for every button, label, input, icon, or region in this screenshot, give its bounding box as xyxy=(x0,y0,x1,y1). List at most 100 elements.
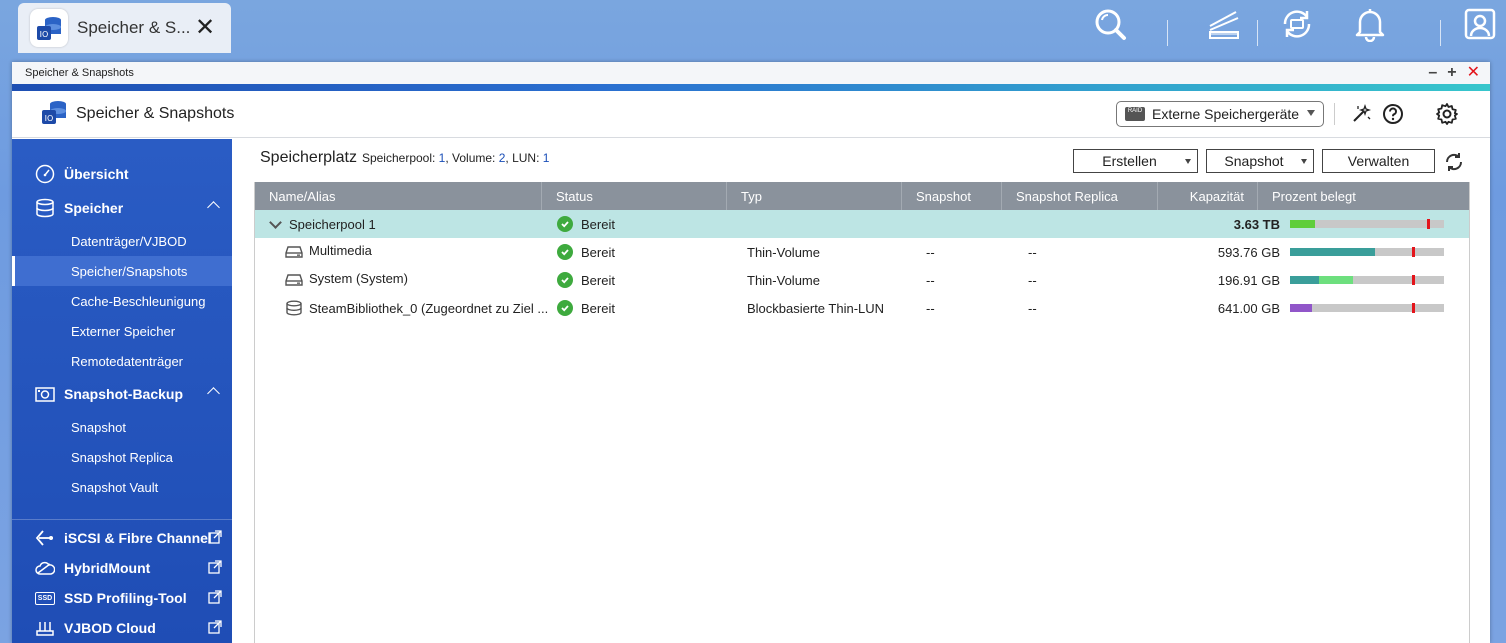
row-name: System (System) xyxy=(309,270,408,286)
external-storage-label: Externe Speichergeräte xyxy=(1152,106,1300,122)
sidebar-item-speicher[interactable]: Speicher xyxy=(12,193,232,223)
capacity-cell: 196.91 GB xyxy=(1160,266,1280,294)
chevron-down-icon xyxy=(1307,110,1315,116)
table-row[interactable]: Multimedia Bereit Thin-Volume -- -- 593.… xyxy=(255,238,1469,266)
usage-threshold-marker xyxy=(1411,275,1415,285)
sidebar-subitem-remotedatentraeger[interactable]: Remotedatenträger xyxy=(12,346,232,376)
status-cell: Bereit xyxy=(557,266,615,294)
row-capacity: 3.63 TB xyxy=(1233,216,1280,232)
chevron-down-icon[interactable] xyxy=(269,215,282,229)
page-title: Speicherplatz xyxy=(260,149,357,166)
row-replica: -- xyxy=(1028,244,1037,260)
svg-text:IO: IO xyxy=(40,30,49,39)
task-tab-storage[interactable]: IO Speicher & S... ✕ xyxy=(18,3,231,53)
capacity-cell: 3.63 TB xyxy=(1160,210,1280,238)
column-header-usage[interactable]: Prozent belegt xyxy=(1258,182,1469,210)
row-replica: -- xyxy=(1028,272,1037,288)
task-tab-close-icon[interactable]: ✕ xyxy=(195,16,215,40)
minimize-button[interactable]: – xyxy=(1428,64,1437,82)
summary-lun-count: 1 xyxy=(542,151,550,165)
sidebar-item-vjbod-cloud[interactable]: VJBOD Cloud xyxy=(12,613,232,643)
column-header-label: Kapazität xyxy=(1189,188,1244,204)
chevron-down-icon xyxy=(1185,159,1191,164)
gear-icon[interactable] xyxy=(1435,102,1459,126)
window-title: Speicher & Snapshots xyxy=(25,67,134,79)
sidebar-subitem-externer-speicher[interactable]: Externer Speicher xyxy=(12,316,232,346)
sidebar-subitem-snapshot-vault[interactable]: Snapshot Vault xyxy=(12,472,232,502)
usage-threshold-marker xyxy=(1411,247,1415,257)
sidebar-item-uebersicht[interactable]: Übersicht xyxy=(12,159,232,189)
sidebar-subitem-label: Snapshot xyxy=(71,419,126,435)
column-header-status[interactable]: Status xyxy=(542,182,727,210)
type-cell: Thin-Volume xyxy=(747,266,820,294)
magic-wand-icon[interactable] xyxy=(1349,102,1373,126)
sidebar-item-iscsi[interactable]: iSCSI & Fibre Channel xyxy=(12,523,232,553)
external-storage-button[interactable]: RAID Externe Speichergeräte xyxy=(1116,101,1324,127)
sidebar-subitem-label: Externer Speicher xyxy=(71,323,176,339)
sidebar-subitem-label: Snapshot Replica xyxy=(71,449,173,465)
column-header-snapshot[interactable]: Snapshot xyxy=(902,182,1002,210)
maximize-button[interactable]: + xyxy=(1447,64,1456,82)
app-title: Speicher & Snapshots xyxy=(76,105,235,122)
sidebar-subitem-speicher-snapshots[interactable]: Speicher/Snapshots xyxy=(12,256,232,286)
sidebar-subitem-cache[interactable]: Cache-Beschleunigung xyxy=(12,286,232,316)
lun-icon xyxy=(285,300,303,316)
table-row[interactable]: SteamBibliothek_0 (Zugeordnet zu Ziel ..… xyxy=(255,294,1469,322)
sidebar-item-label: Übersicht xyxy=(64,166,129,182)
summary-volume-label: , Volume: xyxy=(445,151,499,165)
sidebar-item-ssd-profiling[interactable]: SSD SSD Profiling-Tool xyxy=(12,583,232,613)
summary-pool-label: Speicherpool: xyxy=(361,151,439,165)
bell-icon[interactable] xyxy=(1350,4,1390,44)
snapshot-cell: -- xyxy=(926,266,935,294)
row-type: Blockbasierte Thin-LUN xyxy=(747,300,885,316)
storage-table: Name/Alias Status Typ Snapshot Snapshot … xyxy=(254,182,1470,643)
storage-window: Speicher & Snapshots – + ✕ IO Speicher &… xyxy=(12,62,1490,643)
help-icon[interactable] xyxy=(1381,102,1405,126)
sidebar-subitem-label: Remotedatenträger xyxy=(71,353,184,369)
replica-cell: -- xyxy=(1028,238,1037,266)
raid-icon: RAID xyxy=(1125,107,1145,121)
row-replica: -- xyxy=(1028,300,1037,316)
sync-icon[interactable] xyxy=(1277,4,1317,44)
sidebar-item-hybridmount[interactable]: HybridMount xyxy=(12,553,232,583)
search-icon[interactable] xyxy=(1090,4,1130,44)
sidebar-subitem-snapshot-replica[interactable]: Snapshot Replica xyxy=(12,442,232,472)
table-row-pool[interactable]: Speicherpool 1 Bereit 3.63 TB xyxy=(255,210,1469,238)
main-content: Speicherplatz Speicherpool: 1, Volume: 2… xyxy=(254,139,1470,643)
check-icon xyxy=(557,216,573,232)
column-header-replica[interactable]: Snapshot Replica xyxy=(1002,182,1158,210)
row-status: Bereit xyxy=(581,216,615,232)
snapshot-cell: -- xyxy=(926,238,935,266)
column-header-capacity[interactable]: Kapazität xyxy=(1158,182,1258,210)
column-header-label: Snapshot xyxy=(916,188,971,204)
create-button[interactable]: Erstellen xyxy=(1073,149,1198,173)
table-row[interactable]: System (System) Bereit Thin-Volume -- --… xyxy=(255,266,1469,294)
dashboard-icon[interactable] xyxy=(1204,4,1244,44)
column-header-name[interactable]: Name/Alias xyxy=(255,182,542,210)
row-capacity: 593.76 GB xyxy=(1217,244,1280,260)
snapshot-button[interactable]: Snapshot xyxy=(1206,149,1314,173)
external-link-icon xyxy=(208,530,222,547)
usage-bar xyxy=(1290,275,1444,285)
name-cell: SteamBibliothek_0 (Zugeordnet zu Ziel ..… xyxy=(285,294,550,322)
manage-button[interactable]: Verwalten xyxy=(1322,149,1435,173)
user-icon[interactable] xyxy=(1460,4,1500,44)
refresh-icon[interactable] xyxy=(1441,149,1467,175)
sidebar-subitem-snapshot[interactable]: Snapshot xyxy=(12,412,232,442)
usage-bar-fill xyxy=(1290,304,1312,312)
snapshot-cell: -- xyxy=(926,294,935,322)
volume-icon xyxy=(285,273,303,287)
sidebar-subitem-datentraeger[interactable]: Datenträger/VJBOD xyxy=(12,226,232,256)
sidebar-subitem-label: Snapshot Vault xyxy=(71,479,159,495)
sidebar-subitem-label: Cache-Beschleunigung xyxy=(71,293,206,309)
chevron-up-icon[interactable] xyxy=(207,387,220,400)
type-cell: Blockbasierte Thin-LUN xyxy=(747,294,884,322)
external-link-icon xyxy=(208,560,222,577)
capacity-cell: 641.00 GB xyxy=(1160,294,1280,322)
column-header-type[interactable]: Typ xyxy=(727,182,902,210)
close-button[interactable]: ✕ xyxy=(1467,64,1480,82)
app-header: IO Speicher & Snapshots RAID Externe Spe… xyxy=(12,91,1490,138)
sidebar-item-snapshot-backup[interactable]: Snapshot-Backup xyxy=(12,379,232,409)
chevron-up-icon[interactable] xyxy=(207,201,220,214)
status-cell: Bereit xyxy=(557,294,615,322)
